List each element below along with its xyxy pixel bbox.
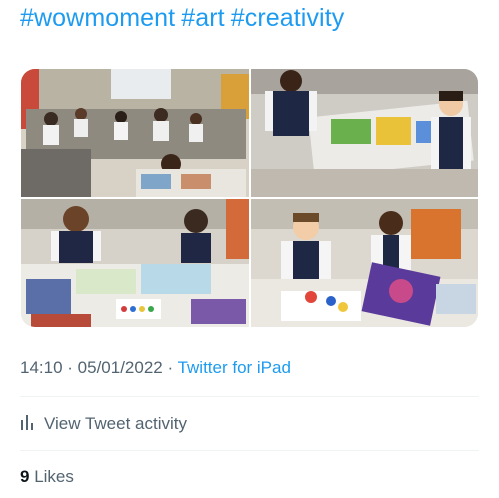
media-grid	[21, 69, 478, 327]
meta-separator: ·	[62, 358, 78, 377]
photo-boys-painting[interactable]	[251, 69, 478, 197]
photo-classroom[interactable]	[21, 69, 249, 197]
bar-chart-icon	[20, 412, 34, 435]
tweet-time[interactable]: 14:10	[20, 358, 63, 377]
meta-separator-2: ·	[162, 358, 178, 377]
view-activity-label: View Tweet activity	[44, 413, 187, 433]
hashtags-line: #wowmoment #art #creativity	[20, 4, 350, 33]
likes-count[interactable]: 9 Likes	[20, 467, 74, 487]
hashtag-wowmoment[interactable]: #wowmoment	[20, 4, 175, 32]
view-activity-button[interactable]: View Tweet activity	[20, 412, 187, 435]
likes-label: Likes	[29, 467, 74, 486]
hashtag-art[interactable]: #art	[181, 4, 224, 32]
photo-girls-painting[interactable]	[21, 199, 249, 327]
divider-2	[20, 450, 479, 451]
tweet-source-link[interactable]: Twitter for iPad	[178, 358, 291, 377]
divider-1	[20, 396, 479, 397]
tweet-meta: 14:10 · 05/01/2022 · Twitter for iPad	[20, 358, 291, 378]
tweet-date[interactable]: 05/01/2022	[78, 358, 163, 377]
photo-boys-with-paintings[interactable]	[251, 199, 478, 327]
hashtag-creativity[interactable]: #creativity	[231, 4, 345, 32]
